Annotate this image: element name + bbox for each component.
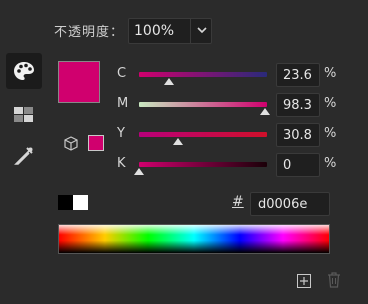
add-icon bbox=[297, 274, 311, 288]
slider-thumb-m[interactable] bbox=[259, 108, 270, 115]
color-wheel-tab[interactable] bbox=[6, 53, 42, 89]
slider-thumb-y[interactable] bbox=[173, 138, 184, 145]
slider-label-y: Y bbox=[117, 126, 125, 141]
eyedropper-icon bbox=[14, 147, 33, 165]
opacity-label: 不透明度： bbox=[54, 25, 125, 40]
slider-track-m[interactable] bbox=[139, 102, 267, 107]
slider-label-k: K bbox=[117, 156, 126, 171]
slider-label-m: M bbox=[117, 96, 129, 111]
opacity-value[interactable]: 100% bbox=[134, 23, 174, 39]
slider-input-m[interactable]: 98.3 bbox=[276, 93, 320, 117]
slider-thumb-k[interactable] bbox=[134, 168, 144, 175]
gamut-color-swatch[interactable] bbox=[88, 135, 104, 151]
chevron-down-icon bbox=[197, 27, 207, 34]
white-swatch[interactable] bbox=[73, 195, 88, 210]
slider-track-k[interactable] bbox=[139, 162, 267, 167]
trash-icon bbox=[328, 272, 340, 288]
slider-input-c[interactable]: 23.6 bbox=[276, 63, 320, 87]
gamut-cube-icon bbox=[64, 136, 78, 151]
slider-track-c[interactable] bbox=[139, 72, 267, 77]
hex-value[interactable]: d0006e bbox=[258, 197, 307, 212]
percent-sign: % bbox=[324, 96, 337, 111]
percent-sign: % bbox=[324, 66, 337, 81]
color-wheel-icon bbox=[14, 62, 34, 80]
slider-input-k[interactable]: 0 bbox=[276, 153, 320, 177]
slider-track-y[interactable] bbox=[139, 132, 267, 137]
hex-label: # bbox=[232, 194, 244, 210]
add-swatch-button[interactable] bbox=[297, 273, 311, 292]
delete-button[interactable] bbox=[327, 272, 341, 292]
black-swatch[interactable] bbox=[58, 195, 73, 210]
swatches-tab[interactable] bbox=[14, 107, 34, 127]
hex-input[interactable]: d0006e bbox=[250, 192, 330, 216]
percent-sign: % bbox=[324, 156, 337, 171]
slider-input-y[interactable]: 30.8 bbox=[276, 123, 320, 147]
slider-label-c: C bbox=[117, 66, 127, 81]
gamut-warning[interactable] bbox=[63, 136, 79, 156]
slider-value-k[interactable]: 0 bbox=[283, 158, 291, 173]
slider-value-m[interactable]: 98.3 bbox=[283, 98, 312, 113]
slider-thumb-c[interactable] bbox=[164, 78, 175, 85]
opacity-dropdown-button[interactable] bbox=[190, 18, 212, 44]
slider-value-c[interactable]: 23.6 bbox=[283, 68, 312, 83]
percent-sign: % bbox=[324, 126, 337, 141]
swatches-icon bbox=[14, 107, 33, 122]
slider-value-y[interactable]: 30.8 bbox=[283, 128, 312, 143]
color-spectrum-bar[interactable] bbox=[58, 224, 330, 254]
current-color-swatch[interactable] bbox=[58, 61, 100, 103]
eyedropper-tab[interactable] bbox=[13, 145, 35, 171]
